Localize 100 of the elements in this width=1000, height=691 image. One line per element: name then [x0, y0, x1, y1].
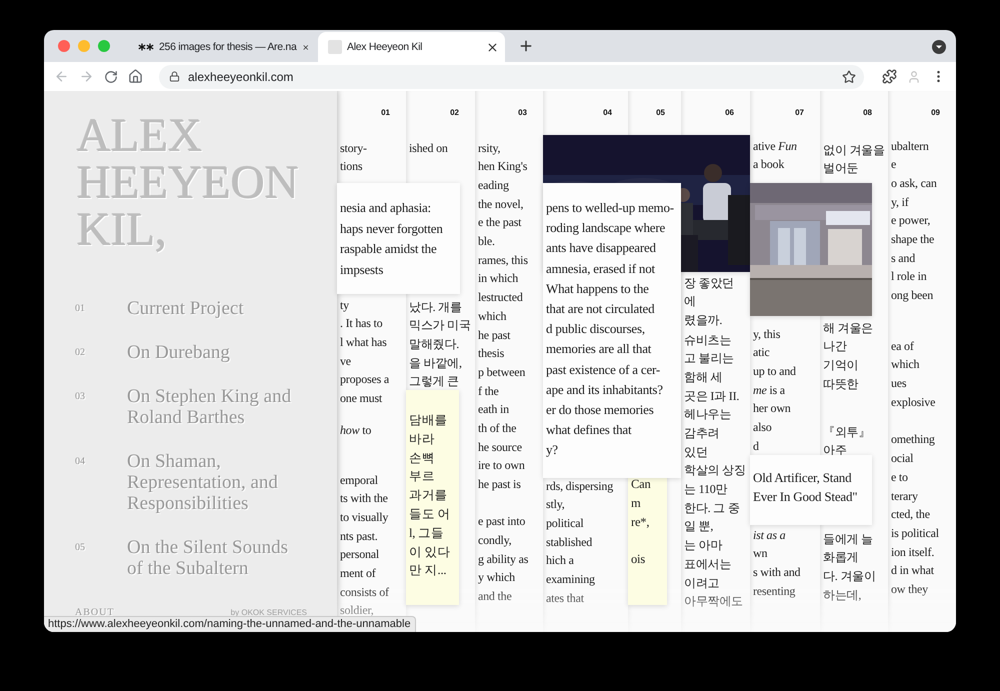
text-line: rsity, — [477, 140, 500, 157]
text-line: 과거를 — [408, 487, 448, 504]
new-tab-icon[interactable] — [518, 38, 534, 54]
text-line: is political — [890, 524, 939, 542]
text-line: he source — [477, 438, 522, 456]
column-number: 08 — [863, 108, 872, 116]
text-line: l what has — [339, 334, 387, 351]
text-line: cted, the — [890, 506, 930, 524]
text-line: he past is — [477, 476, 521, 494]
text-line: 해 겨울은 — [822, 320, 874, 337]
text-line: ea of — [890, 338, 914, 355]
text-line: impsests — [339, 260, 384, 279]
text-line: 기억이 — [822, 356, 858, 374]
text-line: rames, this — [477, 252, 528, 269]
column-number: 03 — [518, 108, 527, 116]
nav-link[interactable]: 05 On the Silent Sounds of the Subaltern — [44, 537, 337, 579]
text-line: th of the — [477, 420, 516, 437]
column-number: 05 — [656, 108, 665, 116]
nav-link[interactable]: 01 Current Project — [44, 298, 337, 319]
text-line: a book — [752, 156, 784, 174]
text-line: 바라 — [408, 430, 435, 448]
text-line: ois — [630, 551, 645, 568]
text-line: er do those memories — [545, 400, 654, 419]
about-link[interactable]: ABOUT — [75, 607, 114, 618]
text-line: also — [752, 419, 772, 436]
column-number: 01 — [381, 108, 390, 116]
text-line: memories are all that — [545, 340, 652, 358]
text-line: that are not circulated — [545, 300, 654, 318]
text-line: hich a — [545, 552, 574, 570]
text-line: her own — [752, 400, 791, 418]
text-line: rds, dispersing — [545, 478, 613, 495]
text-line: nesia and aphasia: — [339, 199, 431, 217]
text-line: ts with the — [339, 490, 388, 508]
text-line: d — [752, 438, 759, 455]
text-line: 고 불리는 — [683, 350, 734, 368]
text-line: omething — [890, 431, 935, 448]
star-icon[interactable] — [842, 70, 856, 84]
text-line: l role in — [890, 268, 927, 286]
browser-tab[interactable]: 256 images for thesis — Are.na — [128, 32, 315, 62]
text-line: ative Fun — [752, 138, 797, 155]
text-line: in which — [477, 270, 518, 288]
home-icon[interactable] — [128, 69, 143, 84]
text-line: Can — [630, 476, 651, 493]
text-line: 부르 — [408, 468, 435, 486]
text-line: y? — [545, 441, 558, 460]
text-line: 있던 — [683, 444, 708, 461]
text-line: 한다. 그 중 — [683, 500, 740, 517]
text-line: stablished — [545, 534, 592, 551]
reload-icon[interactable] — [104, 70, 118, 84]
text-line: ble. — [477, 233, 495, 250]
browser-tab[interactable]: Alex Heeyeon Kil — [318, 32, 505, 62]
chevron-down-icon[interactable] — [932, 40, 946, 54]
nav-link[interactable]: 03 On Stephen King and Roland Barthes — [44, 386, 337, 428]
text-line: e — [890, 156, 896, 174]
text-line: 그렇게 큰 — [408, 373, 460, 390]
text-line: explosive — [890, 394, 936, 411]
puzzle-icon[interactable] — [882, 69, 897, 84]
text-line: 말해줬다. — [408, 336, 460, 353]
text-line: e the past — [477, 214, 522, 232]
text-line: d public discourses, — [545, 320, 645, 338]
text-line: 믹스가 미국 — [408, 317, 471, 334]
text-line: one must — [339, 390, 382, 408]
address-text: alexheeyeonkil.com — [188, 70, 294, 84]
text-line: atic — [752, 344, 770, 362]
text-line: 들에게 늘 — [822, 530, 874, 548]
text-line: 나간 — [822, 338, 847, 356]
text-line: What happens to the — [545, 280, 649, 298]
text-line: Ever In Good Stead" — [752, 488, 858, 506]
text-line: 아무짝에도 — [683, 593, 744, 610]
tab-title: 256 images for thesis — Are.na — [159, 41, 296, 53]
text-line: political — [545, 515, 584, 532]
text-line: shape the — [890, 231, 934, 248]
text-line: 손뼉 — [408, 450, 435, 467]
text-line: stly, — [545, 496, 565, 514]
text-line: 슈비츠는 — [683, 332, 732, 349]
text-line: o ask, can — [890, 175, 937, 192]
column-number: 06 — [725, 108, 734, 116]
column-number: 04 — [603, 108, 612, 116]
text-line: y, this — [752, 326, 780, 343]
text-line: 에 — [683, 293, 696, 310]
text-line: 났다. 개를 — [408, 298, 462, 316]
text-line: 만 지... — [408, 562, 446, 580]
nav-link[interactable]: 02 On Durebang — [44, 342, 337, 363]
text-line: and the — [477, 588, 512, 606]
text-line: 이 있다 — [408, 544, 450, 561]
text-line: eading — [477, 177, 509, 194]
text-line: ues — [890, 374, 906, 392]
text-line: ocial — [890, 450, 914, 468]
text-line: past existence of a cer- — [545, 360, 660, 379]
nav-link[interactable]: 04 On Shaman, Representation, and Responsibilities — [44, 451, 337, 514]
text-line: examining — [545, 571, 595, 588]
lock-icon — [169, 71, 180, 82]
text-line: ty — [339, 296, 349, 314]
text-line: 감추려 — [683, 425, 720, 442]
text-line: e to — [890, 468, 908, 486]
text-line: 장 좋았던 — [683, 274, 734, 292]
address-bar[interactable]: alexheeyeonkil.com — [159, 64, 864, 88]
close-icon[interactable] — [486, 40, 499, 54]
text-line: ion itself. — [890, 544, 934, 561]
text-line: 담배를 — [408, 412, 448, 429]
